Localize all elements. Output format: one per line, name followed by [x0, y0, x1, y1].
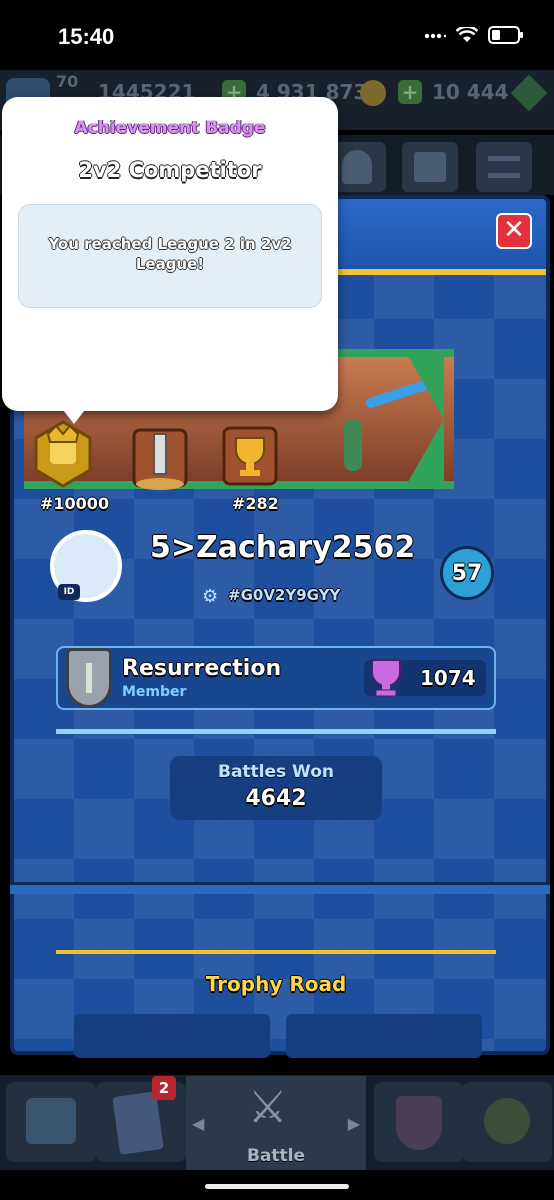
- badge-2v2-league[interactable]: [28, 420, 98, 490]
- tooltip-title: Achievement Badge: [74, 118, 266, 138]
- wifi-icon: [455, 25, 479, 47]
- tooltip-description: You reached League 2 in 2v2 League!: [48, 235, 292, 273]
- hamburger-icon: [488, 156, 520, 178]
- tab-events[interactable]: [462, 1082, 552, 1162]
- cards-notification-badge: 2: [152, 1076, 176, 1100]
- clan-trophy-icon: [368, 656, 404, 702]
- gear-icon[interactable]: ⚙: [202, 586, 218, 607]
- divider: [56, 729, 496, 734]
- tab-clan[interactable]: [374, 1082, 464, 1162]
- chevron-left-icon: ◀: [192, 1114, 205, 1133]
- news-button[interactable]: [402, 142, 458, 192]
- close-button[interactable]: ✕: [496, 213, 532, 249]
- badge-trophy[interactable]: [220, 424, 290, 494]
- id-chip[interactable]: ID: [58, 584, 80, 600]
- clan-role: Member: [122, 684, 187, 700]
- cactus-icon: [344, 419, 362, 471]
- clan-shield-icon: [66, 648, 112, 708]
- shop-icon: [26, 1098, 76, 1144]
- tooltip-subtitle: 2v2 Competitor: [78, 158, 262, 182]
- player-level-indicator: 70: [56, 72, 79, 91]
- chevron-right-icon: ▶: [347, 1114, 360, 1133]
- tooltip-pointer: [60, 406, 88, 424]
- trophy-road-title: Trophy Road: [205, 972, 347, 996]
- badge-label: #282: [232, 494, 279, 513]
- banner-flag: [404, 349, 444, 489]
- trophy-icon: [222, 426, 278, 486]
- trophy-road-divider: [56, 950, 496, 954]
- clan-name: Resurrection: [122, 656, 282, 681]
- menu-button[interactable]: [476, 142, 532, 192]
- badge-label: #10000: [40, 494, 110, 513]
- battles-won-label: Battles Won: [217, 762, 334, 782]
- trophy-road-item[interactable]: [74, 1014, 270, 1058]
- panel-footer-band: [10, 882, 550, 894]
- friends-icon: [342, 150, 372, 184]
- tab-shop[interactable]: [6, 1082, 96, 1162]
- cards-icon: [112, 1091, 164, 1155]
- arena-item[interactable]: [286, 1014, 482, 1058]
- newspaper-icon: [414, 152, 446, 182]
- clan-shield-nav-icon: [396, 1096, 442, 1150]
- gem-count: 10 444: [432, 80, 509, 104]
- status-icons: [424, 25, 524, 48]
- battles-won-value: 4642: [245, 786, 307, 811]
- home-indicator[interactable]: [205, 1184, 349, 1189]
- battery-icon: [488, 26, 524, 48]
- level-badge: 57: [440, 546, 494, 600]
- signal-icon: [424, 28, 447, 47]
- gold-coin-icon: [360, 80, 386, 106]
- crossed-swords-icon: ⚔: [248, 1082, 288, 1133]
- player-name: 5>Zachary2562: [150, 530, 416, 565]
- player-tag[interactable]: #G0V2Y9GYY: [228, 586, 340, 604]
- status-time: 15:40: [58, 24, 115, 49]
- social-button[interactable]: [330, 142, 386, 192]
- sword-shield-icon: [132, 428, 188, 490]
- battle-tab-label: Battle: [246, 1146, 306, 1166]
- clan-trophy-count: 1074: [420, 666, 476, 690]
- laurel-icon: [484, 1098, 530, 1144]
- close-icon: ✕: [503, 215, 525, 245]
- bamboo-icon: [86, 663, 92, 693]
- league-crown-icon: [34, 420, 92, 488]
- add-gems-button[interactable]: +: [398, 80, 422, 104]
- badge-tournament[interactable]: [130, 426, 200, 496]
